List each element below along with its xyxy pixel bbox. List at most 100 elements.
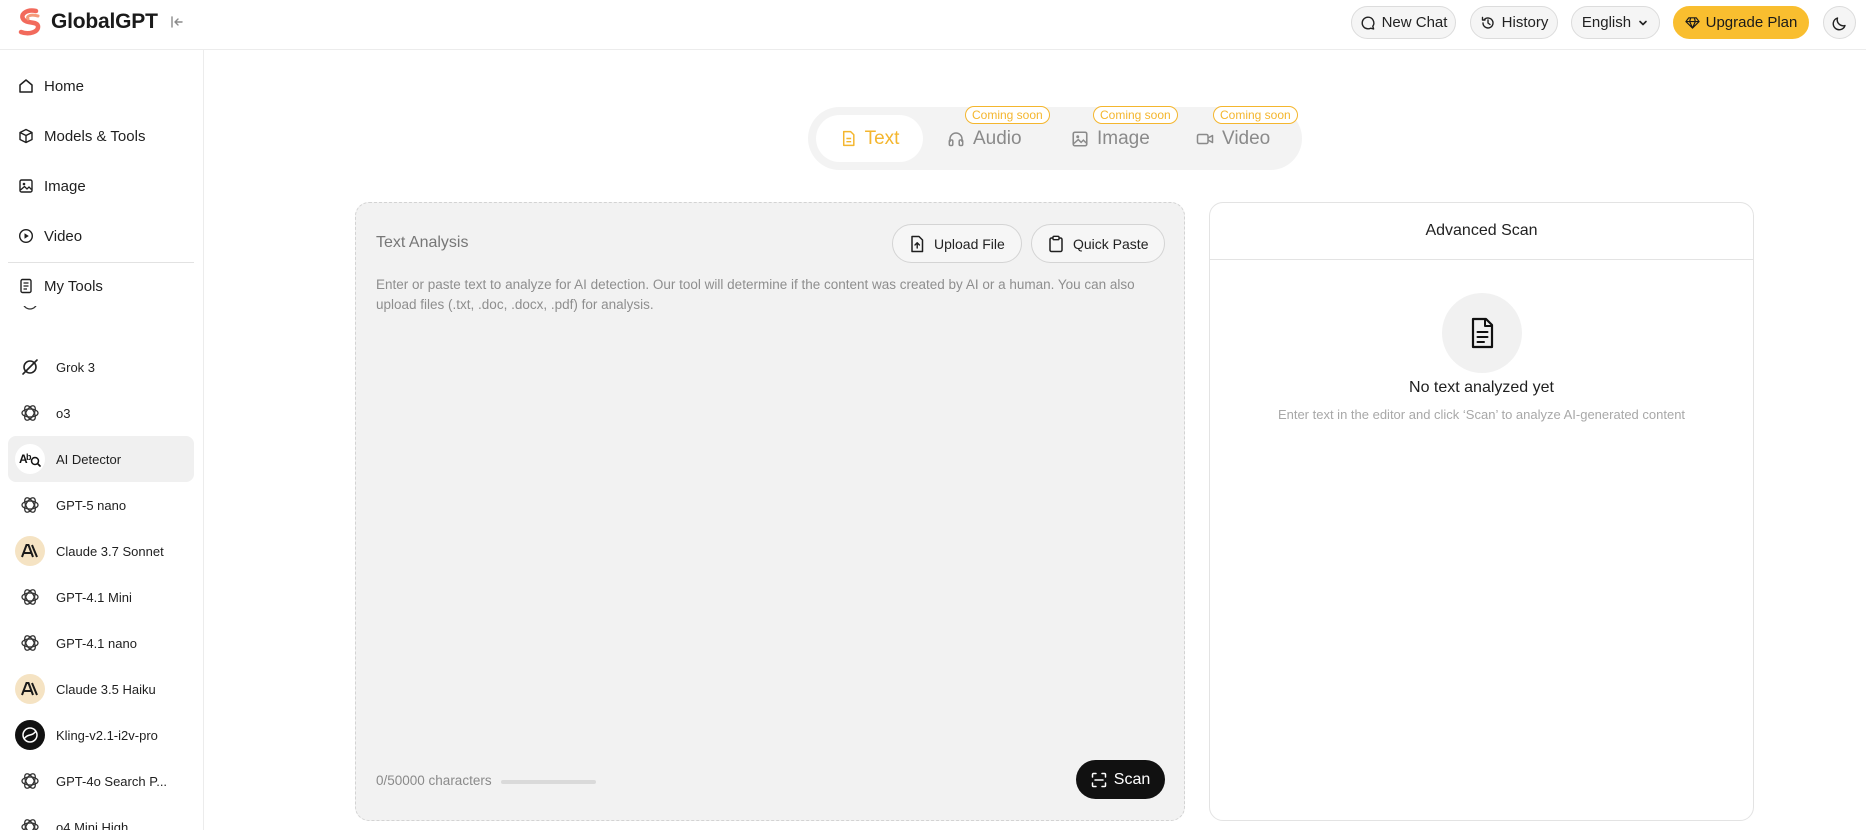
tool-label: Grok 3 [56, 359, 96, 375]
upload-file-button[interactable]: Upload File [892, 224, 1022, 263]
coming-soon-badge: Coming soon [1093, 106, 1178, 124]
coming-soon-badge: Coming soon [965, 106, 1050, 124]
tool-label: GPT-5 nano [56, 497, 127, 513]
tool-label: Claude 3.7 Sonnet [56, 543, 164, 559]
image-icon [1072, 130, 1088, 147]
chevron-down-icon [1639, 20, 1647, 25]
app-name: GlobalGPT [51, 10, 158, 33]
video-camera-icon [1196, 133, 1214, 144]
history-label: History [1501, 14, 1549, 31]
new-chat-label: New Chat [1381, 14, 1448, 31]
upgrade-label: Upgrade Plan [1705, 14, 1798, 31]
sidebar-item-video[interactable]: Video [10, 216, 196, 256]
upgrade-plan-button[interactable]: Upgrade Plan [1673, 6, 1809, 39]
globalgpt-logo-icon [18, 8, 41, 36]
tool-label: Claude 3.5 Haiku [56, 681, 156, 697]
headphones-icon [948, 131, 964, 146]
moon-icon [1832, 16, 1846, 30]
tool-label: GPT-4.1 Mini [56, 589, 132, 605]
document-icon [20, 278, 32, 294]
sidebar-tool-cutoff[interactable] [8, 306, 194, 324]
sidebar-item-label: Video [44, 227, 83, 245]
scan-label: Scan [1113, 770, 1151, 788]
new-chat-button[interactable]: New Chat [1351, 6, 1456, 39]
language-select[interactable]: English [1571, 6, 1660, 39]
sidebar-item-image[interactable]: Image [10, 166, 196, 206]
sidebar-tool-gpt-4-1-nano[interactable]: GPT-4.1 nano [8, 620, 194, 666]
sidebar-item-label: Home [44, 77, 85, 95]
quick-paste-label: Quick Paste [1073, 235, 1149, 252]
sidebar-divider [8, 262, 194, 263]
document-icon [842, 130, 855, 147]
empty-state-title: No text analyzed yet [1409, 379, 1554, 396]
file-upload-icon [911, 235, 924, 252]
sidebar-tool-kling[interactable]: Kling-v2.1-i2v-pro [8, 712, 194, 758]
chat-bubble-icon [1361, 15, 1375, 30]
sidebar-tool-gpt-5-nano[interactable]: GPT-5 nano [8, 482, 194, 528]
advanced-scan-title: Advanced Scan [1210, 203, 1753, 260]
anthropic-icon [15, 536, 45, 566]
scan-button[interactable]: Scan [1076, 760, 1165, 799]
tool-label: Kling-v2.1-i2v-pro [56, 727, 158, 743]
coming-soon-badge: Coming soon [1213, 106, 1298, 124]
theme-toggle-button[interactable] [1823, 6, 1856, 39]
tab-text[interactable]: Text [816, 115, 923, 162]
openai-icon [15, 582, 45, 612]
openai-icon [15, 766, 45, 796]
sidebar-item-label: My Tools [44, 277, 103, 295]
tab-label: Image [1097, 127, 1150, 149]
history-button[interactable]: History [1470, 6, 1558, 39]
collapse-sidebar-icon[interactable] [168, 13, 186, 31]
sidebar-tool-o4-mini-high[interactable]: o4 Mini High [8, 804, 194, 830]
sidebar-tool-grok-3[interactable]: Grok 3 [8, 344, 194, 390]
play-circle-icon [18, 228, 34, 244]
openai-icon [15, 628, 45, 658]
brand[interactable]: GlobalGPT [16, 7, 186, 37]
sidebar: Home Models & Tools Image Video My Tools… [0, 50, 204, 830]
sidebar-item-my-tools[interactable]: My Tools [10, 266, 196, 306]
tab-label: Text [864, 127, 900, 149]
mode-tabs: Text Audio Image Video Coming soon Comin… [808, 106, 1302, 170]
tool-label: AI Detector [56, 451, 122, 467]
home-icon [19, 79, 33, 93]
tab-label: Audio [973, 127, 1022, 149]
diamond-icon [1684, 17, 1700, 29]
advanced-scan-panel: Advanced Scan No text analyzed yet Enter… [1209, 202, 1754, 821]
sidebar-item-label: Models & Tools [44, 127, 146, 145]
scan-icon [1091, 772, 1107, 787]
text-input-placeholder[interactable]: Enter or paste text to analyze for AI de… [376, 275, 1171, 315]
character-progress-bar [501, 780, 596, 784]
sidebar-item-home[interactable]: Home [10, 66, 196, 106]
tool-label: o4 Mini High [56, 819, 129, 830]
kling-icon [15, 720, 45, 750]
quick-paste-button[interactable]: Quick Paste [1031, 224, 1166, 263]
openai-icon [15, 398, 45, 428]
tool-label: GPT-4.1 nano [56, 635, 137, 651]
editor-title: Text Analysis [376, 234, 469, 251]
character-count: 0/50000 characters [376, 773, 492, 788]
upload-file-label: Upload File [934, 235, 1005, 252]
sidebar-tool-claude-3-5-haiku[interactable]: Claude 3.5 Haiku [8, 666, 194, 712]
sidebar-item-label: Image [44, 177, 86, 195]
text-analysis-panel[interactable]: Text Analysis Upload File Quick Paste En… [355, 202, 1185, 821]
tool-label: o3 [56, 405, 71, 421]
image-icon [19, 179, 33, 193]
openai-icon [15, 812, 45, 830]
top-header: GlobalGPT New Chat History English Upgra… [0, 0, 1866, 50]
sidebar-tool-claude-3-7-sonnet[interactable]: Claude 3.7 Sonnet [8, 528, 194, 574]
openai-icon [15, 306, 45, 317]
tab-label: Video [1222, 127, 1271, 149]
sidebar-item-models-tools[interactable]: Models & Tools [10, 116, 196, 156]
sidebar-tool-ai-detector[interactable]: Ab AI Detector [8, 436, 194, 482]
tool-label: GPT-4o Search P... [56, 773, 168, 789]
history-icon [1481, 16, 1494, 29]
sidebar-tool-gpt-4-1-mini[interactable]: GPT-4.1 Mini [8, 574, 194, 620]
empty-state-subtitle: Enter text in the editor and click ‘Scan… [1277, 407, 1686, 422]
empty-document-icon [1442, 293, 1522, 373]
grok-icon [15, 352, 45, 382]
language-label: English [1581, 14, 1632, 31]
ai-detector-icon: Ab [15, 444, 45, 474]
openai-icon [15, 490, 45, 520]
sidebar-tool-gpt-4o-search[interactable]: GPT-4o Search P... [8, 758, 194, 804]
sidebar-tool-o3[interactable]: o3 [8, 390, 194, 436]
